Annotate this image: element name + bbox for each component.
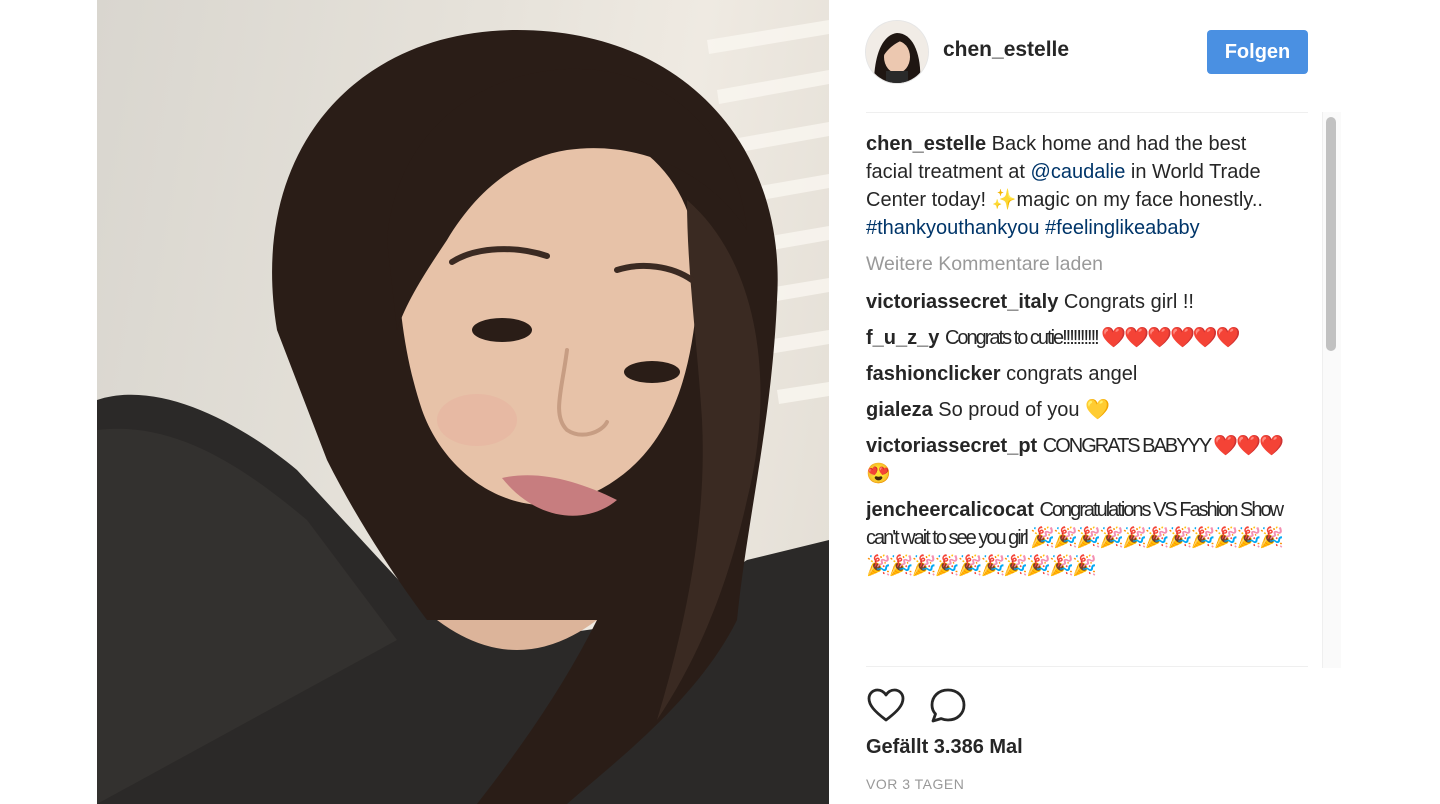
comment-item: jencheercalicocat Congratulations VS Fas… bbox=[866, 496, 1286, 580]
comments-scrollbar-thumb[interactable] bbox=[1326, 117, 1336, 351]
post-photo bbox=[97, 0, 829, 804]
comment-text: Congrats girl !! bbox=[1063, 291, 1194, 313]
comment-username[interactable]: gialeza bbox=[866, 399, 933, 421]
comments-divider bbox=[866, 666, 1308, 667]
comment-username[interactable]: fashionclicker bbox=[866, 363, 1001, 385]
post-header: chen_estelle Folgen bbox=[829, 0, 1340, 112]
load-more-comments-link[interactable]: Weitere Kommentare laden bbox=[866, 250, 1286, 278]
likes-count[interactable]: Gefällt 3.386 Mal bbox=[866, 736, 1023, 759]
avatar-image bbox=[866, 21, 928, 83]
comment-item: fashionclicker congrats angel bbox=[866, 360, 1286, 388]
avatar[interactable] bbox=[866, 21, 928, 83]
post-side-panel: chen_estelle Folgen chen_estelle Back ho… bbox=[829, 0, 1341, 804]
caption-hashtag[interactable]: #thankyouthankyou bbox=[866, 217, 1039, 239]
comment-username[interactable]: victoriassecret_italy bbox=[866, 291, 1058, 313]
comment-username[interactable]: f_u_z_y bbox=[866, 327, 939, 349]
comment-item: victoriassecret_pt CONGRATS BABYYY ❤️❤️❤… bbox=[866, 432, 1286, 488]
comments-list: chen_estelle Back home and had the best … bbox=[866, 130, 1286, 668]
comment-item: victoriassecret_italy Congrats girl !! bbox=[866, 288, 1286, 316]
comment-text: Congrats to cutie!!!!!!!!!! ❤️❤️❤️❤️❤️❤️ bbox=[944, 327, 1241, 349]
comment-username[interactable]: victoriassecret_pt bbox=[866, 435, 1037, 457]
follow-button[interactable]: Folgen bbox=[1207, 30, 1308, 74]
heart-icon[interactable] bbox=[866, 686, 906, 726]
comment-text: So proud of you 💛 bbox=[938, 399, 1110, 421]
comment-bubble-icon[interactable] bbox=[928, 686, 968, 726]
comment-username[interactable]: jencheercalicocat bbox=[866, 499, 1034, 521]
caption-mention[interactable]: @caudalie bbox=[1031, 161, 1126, 183]
caption-hashtag[interactable]: #feelinglikeababy bbox=[1045, 217, 1200, 239]
post-caption: chen_estelle Back home and had the best … bbox=[866, 130, 1286, 242]
comment-item: f_u_z_y Congrats to cutie!!!!!!!!!! ❤️❤️… bbox=[866, 324, 1286, 352]
header-divider bbox=[866, 112, 1308, 113]
comment-text: congrats angel bbox=[1006, 363, 1138, 385]
portrait-illustration bbox=[97, 20, 829, 804]
caption-username[interactable]: chen_estelle bbox=[866, 133, 986, 155]
post-actions bbox=[866, 686, 1066, 726]
comment-item: gialeza So proud of you 💛 bbox=[866, 396, 1286, 424]
post-author-username[interactable]: chen_estelle bbox=[943, 38, 1069, 62]
post-timestamp[interactable]: VOR 3 TAGEN bbox=[866, 776, 964, 792]
